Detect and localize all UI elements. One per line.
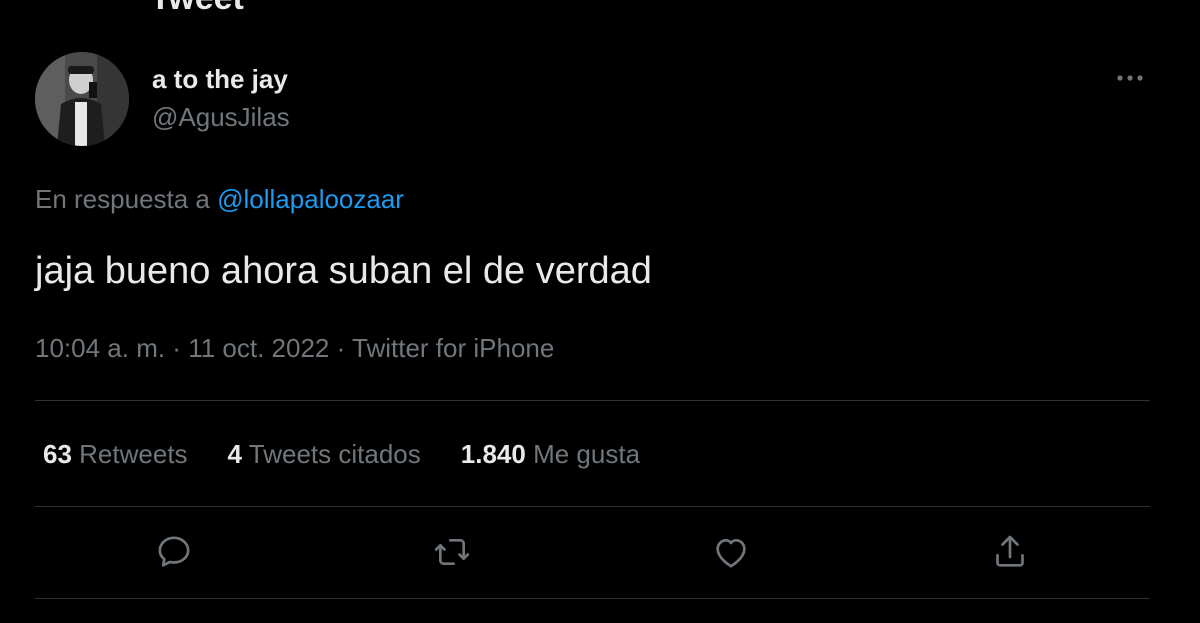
tweet-time[interactable]: 10:04 a. m. (35, 333, 165, 363)
tweet-text: jaja bueno ahora suban el de verdad (35, 250, 652, 292)
meta-separator: · (165, 333, 189, 363)
retweets-stat[interactable]: 63 Retweets (43, 437, 188, 471)
divider (35, 400, 1150, 401)
likes-stat[interactable]: 1.840 Me gusta (461, 437, 640, 471)
engagement-stats: 63 Retweets 4 Tweets citados 1.840 Me gu… (43, 437, 640, 471)
share-icon (996, 535, 1024, 567)
tweet-metadata: 10:04 a. m. · 11 oct. 2022 · Twitter for… (35, 331, 554, 365)
page-header: Tweet (0, 0, 1200, 18)
like-button[interactable] (709, 530, 753, 574)
likes-label: Me gusta (533, 439, 641, 469)
back-arrow-icon[interactable] (36, 0, 60, 2)
quotes-label: Tweets citados (248, 439, 421, 469)
retweets-label: Retweets (79, 439, 188, 469)
reply-prefix: En respuesta a (35, 184, 218, 214)
heart-icon (716, 539, 746, 568)
reply-context: En respuesta a @lollapaloozaar (35, 182, 404, 216)
tweet-date[interactable]: 11 oct. 2022 (188, 333, 329, 363)
reply-button[interactable] (152, 530, 196, 574)
reply-mention-link[interactable]: @lollapaloozaar (217, 184, 404, 214)
quotes-count: 4 (227, 439, 243, 469)
divider (35, 598, 1150, 599)
tweet-source[interactable]: Twitter for iPhone (352, 333, 554, 363)
avatar[interactable] (35, 52, 129, 146)
retweet-button[interactable] (430, 530, 474, 574)
author-display-name[interactable]: a to the jay (152, 62, 288, 96)
share-button[interactable] (988, 530, 1032, 574)
author-handle[interactable]: @AgusJilas (152, 100, 290, 134)
quotes-stat[interactable]: 4 Tweets citados (228, 437, 421, 471)
reply-icon (158, 536, 190, 567)
retweets-count: 63 (43, 439, 72, 469)
likes-count: 1.840 (460, 439, 526, 469)
more-options-button[interactable] (1110, 62, 1150, 94)
page-title: Tweet (150, 0, 244, 18)
meta-separator: · (329, 333, 353, 363)
more-horizontal-icon (1117, 75, 1143, 81)
retweet-icon (434, 539, 470, 565)
divider (35, 506, 1150, 507)
